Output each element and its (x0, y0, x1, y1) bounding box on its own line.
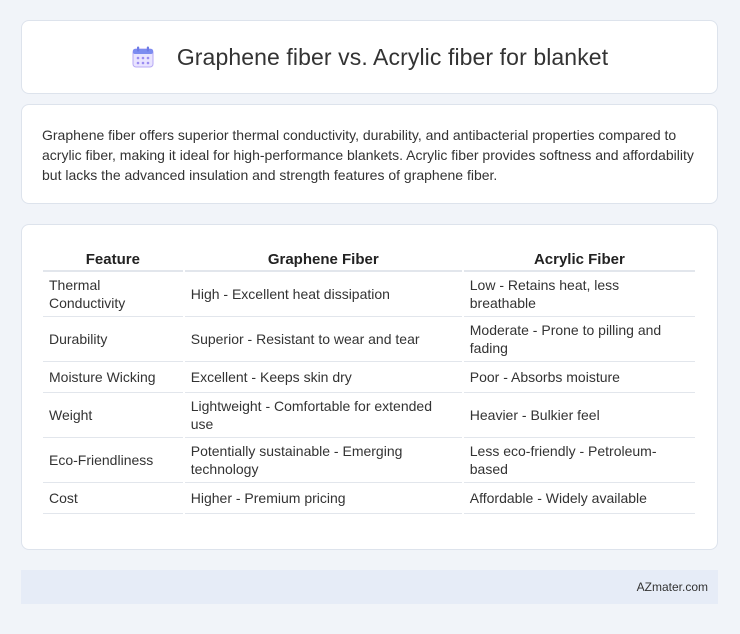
page-title: Graphene fiber vs. Acrylic fiber for bla… (176, 43, 609, 70)
cell-acrylic: Poor - Absorbs moisture (463, 362, 695, 393)
cell-graphene: Lightweight - Comfortable for extended u… (184, 393, 462, 438)
cell-feature: Weight (43, 393, 183, 438)
footer-source: AZmater.com (636, 580, 708, 594)
comparison-table: Feature Graphene Fiber Acrylic Fiber The… (41, 245, 697, 514)
header-graphene: Graphene Fiber (184, 245, 462, 272)
cell-graphene: High - Excellent heat dissipation (184, 272, 462, 317)
cell-acrylic: Heavier - Bulkier feel (463, 393, 695, 438)
cell-acrylic: Less eco-friendly - Petroleum-based (463, 438, 695, 483)
comparison-card: Feature Graphene Fiber Acrylic Fiber The… (21, 224, 718, 550)
summary-card: Graphene fiber offers superior thermal c… (21, 104, 718, 204)
cell-feature: Cost (43, 483, 183, 514)
table-header-row: Feature Graphene Fiber Acrylic Fiber (43, 245, 695, 272)
table-row: Cost Higher - Premium pricing Affordable… (43, 483, 695, 514)
table-row: Durability Superior - Resistant to wear … (43, 317, 695, 362)
cell-acrylic: Moderate - Prone to pilling and fading (463, 317, 695, 362)
header-acrylic: Acrylic Fiber (463, 245, 695, 272)
cell-feature: Durability (43, 317, 183, 362)
footer: AZmater.com (21, 570, 718, 604)
cell-feature: Eco-Friendliness (43, 438, 183, 483)
cell-graphene: Excellent - Keeps skin dry (184, 362, 462, 393)
cell-acrylic: Low - Retains heat, less breathable (463, 272, 695, 317)
summary-text: Graphene fiber offers superior thermal c… (42, 127, 694, 183)
cell-graphene: Potentially sustainable - Emerging techn… (184, 438, 462, 483)
table-row: Moisture Wicking Excellent - Keeps skin … (43, 362, 695, 393)
table-row: Thermal Conductivity High - Excellent he… (43, 272, 695, 317)
title-card: Graphene fiber vs. Acrylic fiber for bla… (21, 20, 718, 94)
cell-feature: Moisture Wicking (43, 362, 183, 393)
table-row: Weight Lightweight - Comfortable for ext… (43, 393, 695, 438)
header-feature: Feature (43, 245, 183, 272)
cell-acrylic: Affordable - Widely available (463, 483, 695, 514)
cell-feature: Thermal Conductivity (43, 272, 183, 317)
table-row: Eco-Friendliness Potentially sustainable… (43, 438, 695, 483)
cell-graphene: Higher - Premium pricing (184, 483, 462, 514)
calendar-icon (131, 45, 155, 69)
cell-graphene: Superior - Resistant to wear and tear (184, 317, 462, 362)
